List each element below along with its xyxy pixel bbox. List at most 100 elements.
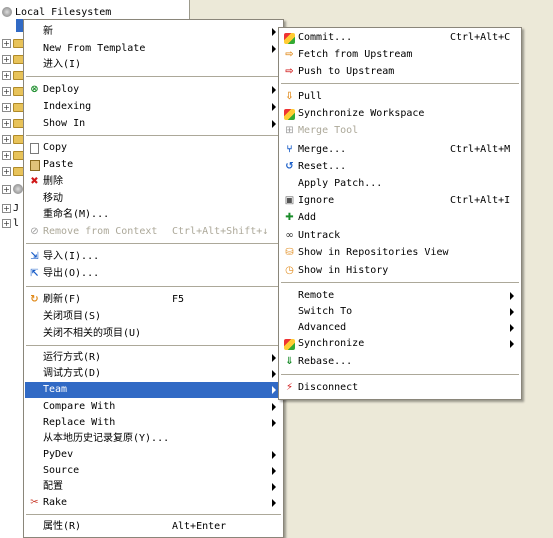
tree-row[interactable]: + [2, 148, 25, 162]
menu-item-show-in-repositories-view[interactable]: ⛁ Show in Repositories View [280, 245, 520, 261]
menu-item-label: Rebase... [298, 356, 353, 367]
menu-item-accelerator: Ctrl+Alt+I [450, 195, 511, 206]
menu-item-accelerator: F5 [172, 294, 185, 305]
menu-item-compare-with[interactable]: Compare With [25, 399, 282, 415]
menu-item-merge[interactable]: ⑂ Merge... Ctrl+Alt+M [280, 142, 520, 158]
menu-item-replace-with[interactable]: Replace With [25, 415, 282, 431]
menu-item-merge-tool[interactable]: ⊞ Merge Tool [280, 123, 520, 139]
submenu-arrow-icon [272, 499, 276, 507]
tree-row[interactable]: + [2, 164, 25, 178]
menu-item-close-project[interactable]: 关闭项目(S) [25, 309, 282, 325]
menu-item-untrack[interactable]: ∞ Untrack [280, 228, 520, 244]
menu-item-accelerator: Ctrl+Alt+C [450, 32, 511, 43]
menu-item-disconnect[interactable]: ⚡ Disconnect [280, 380, 520, 396]
menu-item-move[interactable]: 移动 [25, 191, 282, 207]
tree-row[interactable]: + [2, 182, 23, 196]
menu-item-new-from-template[interactable]: New From Template [25, 41, 282, 57]
expand-icon[interactable]: + [2, 102, 11, 112]
menu-item-push-to-upstream[interactable]: ⇨ Push to Upstream [280, 64, 520, 80]
menu-item-label: Reset... [298, 161, 347, 172]
menu-item-close-unrelated-projects[interactable]: 关闭不相关的项目(U) [25, 326, 282, 342]
synchronize-icon [283, 338, 296, 350]
menu-item-configure[interactable]: 配置 [25, 479, 282, 495]
menu-item-new[interactable]: 新 [25, 24, 282, 40]
menu-item-rename[interactable]: 重命名(M)... [25, 207, 282, 223]
menu-item-fetch-from-upstream[interactable]: ⇨ Fetch from Upstream [280, 47, 520, 63]
rake-icon: ✂ [30, 497, 39, 508]
menu-item-reset[interactable]: ↺ Reset... [280, 159, 520, 175]
menu-item-synchronize-workspace[interactable]: Synchronize Workspace [280, 106, 520, 122]
menu-item-refresh[interactable]: ↻ 刷新(F) F5 [25, 292, 282, 308]
expand-icon[interactable]: + [2, 134, 11, 144]
expand-icon[interactable]: + [2, 203, 11, 213]
menu-item-label: 刷新(F) [43, 294, 82, 305]
menu-item-label: Commit... [298, 32, 353, 43]
menu-item-paste[interactable]: Paste [25, 157, 282, 173]
tree-row[interactable]: + [2, 84, 25, 98]
menu-item-ignore[interactable]: ▣ Ignore Ctrl+Alt+I [280, 193, 520, 209]
menu-item-source[interactable]: Source [25, 463, 282, 479]
expand-icon[interactable]: + [2, 166, 11, 176]
menu-item-show-in[interactable]: Show In [25, 116, 282, 132]
expand-icon[interactable]: + [2, 70, 11, 80]
menu-item-indexing[interactable]: Indexing [25, 99, 282, 115]
tree-row[interactable]: + J [2, 201, 19, 215]
menu-item-pull[interactable]: ⇩ Pull [280, 89, 520, 105]
disk-icon [2, 7, 12, 17]
expand-icon[interactable]: + [2, 38, 11, 48]
menu-item-add[interactable]: ✚ Add [280, 210, 520, 226]
menu-item-label: 导入(I)... [43, 251, 100, 262]
menu-item-pydev[interactable]: PyDev [25, 447, 282, 463]
submenu-arrow-icon [272, 370, 276, 378]
menu-item-restore-from-local-history[interactable]: 从本地历史记录复原(Y)... [25, 431, 282, 447]
menu-item-accelerator: Ctrl+Alt+M [450, 144, 511, 155]
tree-row[interactable]: + [2, 52, 25, 66]
menu-item-run-as[interactable]: 运行方式(R) [25, 350, 282, 366]
menu-item-advanced[interactable]: Advanced [280, 320, 520, 336]
menu-item-export[interactable]: ⇱ 导出(O)... [25, 266, 282, 282]
menu-item-show-in-history[interactable]: ◷ Show in History [280, 263, 520, 279]
menu-item-label: Indexing [43, 101, 92, 112]
tree-row[interactable]: + [2, 100, 25, 114]
submenu-arrow-icon [272, 103, 276, 111]
menu-item-delete[interactable]: ✖ 删除 [25, 174, 282, 190]
submenu-arrow-icon [272, 120, 276, 128]
menu-item-synchronize[interactable]: Synchronize [280, 336, 520, 352]
menu-item-debug-as[interactable]: 调试方式(D) [25, 366, 282, 382]
menu-item-apply-patch[interactable]: Apply Patch... [280, 176, 520, 192]
expand-icon[interactable]: + [2, 150, 11, 160]
menu-item-rake[interactable]: ✂ Rake [25, 495, 282, 511]
menu-item-import[interactable]: ⇲ 导入(I)... [25, 249, 282, 265]
team-submenu: Commit... Ctrl+Alt+C ⇨ Fetch from Upstream… [278, 27, 522, 400]
menu-item-label: Merge Tool [298, 125, 359, 136]
menu-item-remote[interactable]: Remote [280, 288, 520, 304]
menu-item-rebase[interactable]: ⇓ Rebase... [280, 354, 520, 370]
menu-item-copy[interactable]: Copy [25, 140, 282, 156]
menu-item-switch-to[interactable]: Switch To [280, 304, 520, 320]
menu-item-remove-from-context[interactable]: ⊘ Remove from Context Ctrl+Alt+Shift+↓ [25, 224, 282, 240]
submenu-arrow-icon [272, 403, 276, 411]
menu-item-label: Pull [298, 91, 323, 102]
menu-item-label: Push to Upstream [298, 66, 395, 77]
submenu-arrow-icon [510, 292, 514, 300]
menu-item-deploy[interactable]: ⊗ Deploy [25, 82, 282, 98]
menu-item-properties[interactable]: 属性(R) Alt+Enter [25, 519, 282, 535]
expand-icon[interactable]: + [2, 118, 11, 128]
expand-icon[interactable]: + [2, 54, 11, 64]
menu-item-label: 从本地历史记录复原(Y)... [43, 433, 170, 444]
delete-icon: ✖ [30, 176, 39, 187]
menu-item-commit[interactable]: Commit... Ctrl+Alt+C [280, 30, 520, 46]
menu-item-team[interactable]: Team [25, 382, 282, 398]
tree-row[interactable]: + [2, 68, 25, 82]
expand-icon[interactable]: + [2, 218, 11, 228]
menu-item-go-into[interactable]: 进入(I) [25, 57, 282, 73]
tree-row[interactable]: + [2, 132, 25, 146]
menu-item-label: Add [298, 212, 317, 223]
menu-item-label: Disconnect [298, 382, 359, 393]
tree-row[interactable]: + [2, 36, 25, 50]
tree-row[interactable]: + [2, 116, 25, 130]
expand-icon[interactable]: + [2, 184, 11, 194]
tree-row[interactable]: + l [2, 216, 19, 230]
tree-root-local-filesystem[interactable]: Local Filesystem [2, 5, 111, 19]
expand-icon[interactable]: + [2, 86, 11, 96]
